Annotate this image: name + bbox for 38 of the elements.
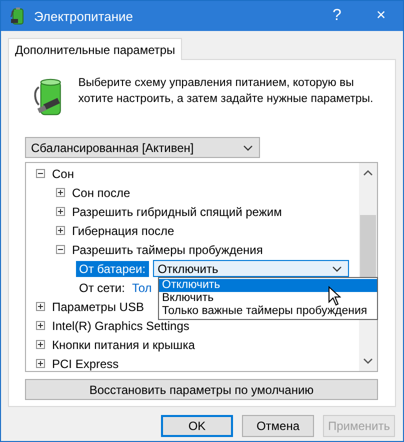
- tab[interactable]: Дополнительные параметры: [8, 38, 182, 60]
- description-text: Выберите схему управления питанием, которую вы хотите настроить, а затем задайте нужные параметры.: [78, 76, 374, 107]
- help-button[interactable]: ?: [315, 7, 359, 25]
- tree-item[interactable]: Гибернация после: [69, 222, 178, 238]
- dialog-button[interactable]: OK: [161, 415, 233, 437]
- tree-item[interactable]: Сон: [49, 166, 77, 182]
- tree-item[interactable]: Кнопки питания и крышка: [49, 336, 198, 352]
- tree-item[interactable]: Сон после: [69, 184, 134, 200]
- setting-value-link[interactable]: Тол: [132, 280, 152, 294]
- tree-item[interactable]: Разрешить таймеры пробуждения: [69, 242, 266, 258]
- dropdown-option[interactable]: Включить: [159, 292, 377, 305]
- expand-icon[interactable]: [56, 226, 65, 235]
- setting-label[interactable]: От сети:: [76, 280, 128, 296]
- close-button[interactable]: ×: [359, 7, 403, 25]
- value-dropdown[interactable]: Отключить: [152, 260, 349, 277]
- expand-icon[interactable]: [56, 188, 65, 197]
- expand-icon[interactable]: [36, 359, 45, 368]
- dialog-button[interactable]: Отмена: [242, 415, 314, 437]
- window-title: Электропитание: [34, 8, 134, 24]
- expand-icon[interactable]: [36, 302, 45, 311]
- setting-label[interactable]: От батареи:: [76, 260, 149, 276]
- expand-icon[interactable]: [36, 321, 45, 330]
- tree-item[interactable]: Intel(R) Graphics Settings: [49, 318, 192, 334]
- dropdown-option[interactable]: Только важные таймеры пробуждения: [159, 305, 377, 318]
- collapse-icon[interactable]: [36, 169, 45, 178]
- collapse-icon[interactable]: [56, 245, 65, 254]
- chevron-icon: [332, 266, 342, 272]
- dropdown-option[interactable]: Отключить: [159, 279, 377, 292]
- tree-item[interactable]: Параметры USB: [49, 298, 147, 314]
- battery-plug-icon: [10, 7, 26, 25]
- tree-item[interactable]: Разрешить гибридный спящий режим: [69, 204, 285, 220]
- expand-icon[interactable]: [56, 207, 65, 216]
- mouse-cursor-icon: [328, 286, 341, 306]
- chevron-icon: [243, 144, 253, 150]
- scheme-dropdown[interactable]: Сбалансированная [Активен]: [25, 137, 260, 158]
- restore-defaults-button[interactable]: Восстановить параметры по умолчанию: [25, 379, 378, 400]
- expand-icon[interactable]: [36, 340, 45, 349]
- tree-item[interactable]: PCI Express: [49, 356, 122, 371]
